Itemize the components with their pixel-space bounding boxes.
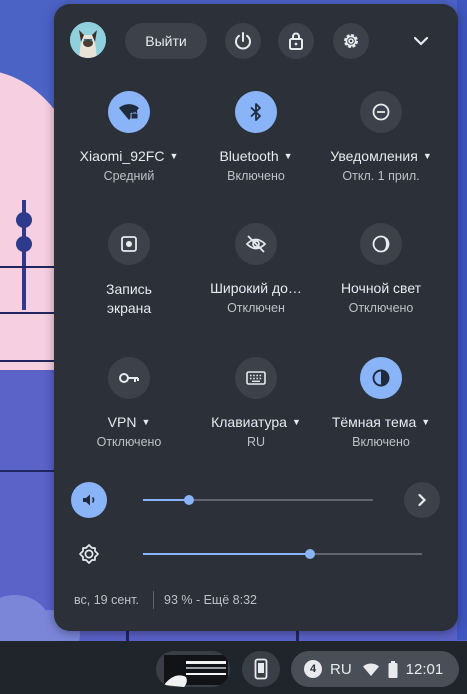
caret-down-icon: ▼ [421,417,431,427]
lock-icon [289,32,303,50]
clock: 12:01 [405,660,444,678]
sign-out-button[interactable]: Выйти [125,23,207,59]
wifi-status-icon [362,662,380,677]
mute-toggle[interactable] [71,482,107,518]
volume-row [54,480,458,520]
bluetooth-toggle[interactable] [235,91,277,133]
dark-theme-label: Тёмная тема [331,414,417,430]
bluetooth-status: Включено [227,169,285,183]
shelf: 4 RU 12:01 [0,641,467,694]
footer-divider [153,591,154,609]
accessibility-tile[interactable]: Широкий до… Отключен [191,223,321,343]
dark-theme-status: Включено [352,435,410,449]
quick-settings-footer: вс, 19 сент. 93 % - Ещё 8:32 [74,591,257,609]
network-toggle[interactable] [108,91,150,133]
brightness-slider-fill [143,553,311,555]
volume-icon [83,494,95,506]
collapse-button[interactable] [406,26,436,56]
caret-down-icon: ▼ [291,417,301,427]
bluetooth-label: Bluetooth [219,148,279,164]
status-area[interactable]: 4 RU 12:01 [291,651,459,687]
night-light-tile[interactable]: Ночной свет Отключено [316,223,446,343]
screen-capture-tile[interactable]: Запись экрана [64,223,194,343]
bluetooth-icon [250,103,261,121]
notifications-label: Уведомления [330,148,418,164]
visibility-off-icon [245,235,267,253]
notifications-status: Откл. 1 прил. [342,169,420,183]
night-light-label: Ночной свет [340,280,422,296]
vpn-status: Отключено [96,435,162,449]
caret-down-icon: ▼ [169,151,179,161]
phone-icon [254,658,268,680]
network-tile[interactable]: Xiaomi_92FC ▼ Средний [64,91,194,211]
keyboard-icon [246,371,266,385]
quick-settings-panel: Выйти Xiaomi_92FC ▼ Средний Bluetooth ▼ … [54,4,458,631]
settings-button[interactable] [333,23,369,59]
battery-label[interactable]: 93 % - Ещё 8:32 [164,593,257,607]
caret-down-icon: ▼ [283,151,293,161]
accessibility-status: Отключен [227,301,285,315]
network-status: Средний [103,169,155,183]
night-light-toggle[interactable] [360,223,402,265]
screen-capture-label: Запись экрана [106,281,152,316]
vpn-label: VPN [107,414,137,430]
wifi-icon [119,104,139,120]
brightness-slider-thumb[interactable] [305,549,316,559]
volume-slider-fill [143,499,189,501]
power-button[interactable] [225,23,261,59]
vpn-toggle[interactable] [108,357,150,399]
keyboard-toggle[interactable] [235,357,277,399]
dark-theme-toggle[interactable] [360,357,402,399]
bluetooth-tile[interactable]: Bluetooth ▼ Включено [191,91,321,211]
night-light-icon [372,235,390,253]
keyboard-status: RU [246,435,266,449]
battery-icon [388,660,398,678]
dark-theme-tile[interactable]: Тёмная тема ▼ Включено [316,357,446,477]
power-icon [235,32,251,50]
brightness-icon-wrap [71,536,107,572]
phone-hub-button[interactable] [242,651,280,687]
brightness-row [54,534,458,574]
user-avatar[interactable] [70,22,106,58]
vpn-tile[interactable]: VPN ▼ Отключено [64,357,194,477]
keyboard-label: Клавиатура [211,414,287,430]
caret-down-icon: ▼ [141,417,151,427]
dark-theme-icon [372,369,390,387]
screen-capture-icon [121,236,137,252]
audio-settings-button[interactable] [404,482,440,518]
vpn-key-icon [119,373,139,383]
lock-button[interactable] [278,23,314,59]
brightness-slider[interactable] [143,549,422,559]
do-not-disturb-icon [372,103,390,121]
chevron-right-icon [418,493,427,507]
accessibility-toggle[interactable] [235,223,277,265]
caret-down-icon: ▼ [422,151,432,161]
network-name: Xiaomi_92FC [79,148,165,164]
volume-slider[interactable] [143,495,373,505]
chevron-down-icon [413,36,429,46]
brightness-icon [79,544,99,564]
holding-space-button[interactable] [156,651,230,687]
accessibility-label: Широкий до… [210,280,302,296]
holding-space-preview-icon [164,655,228,687]
volume-slider-thumb[interactable] [184,495,194,505]
input-language: RU [330,660,352,678]
quick-settings-header: Выйти [54,4,458,76]
night-light-status: Отключено [348,301,414,315]
notification-count-badge: 4 [304,660,322,678]
screen-capture-toggle[interactable] [108,223,150,265]
notifications-toggle[interactable] [360,91,402,133]
gear-icon [344,34,358,48]
keyboard-tile[interactable]: Клавиатура ▼ RU [191,357,321,477]
notifications-tile[interactable]: Уведомления ▼ Откл. 1 прил. [316,91,446,211]
date-label[interactable]: вс, 19 сент. [74,593,139,607]
